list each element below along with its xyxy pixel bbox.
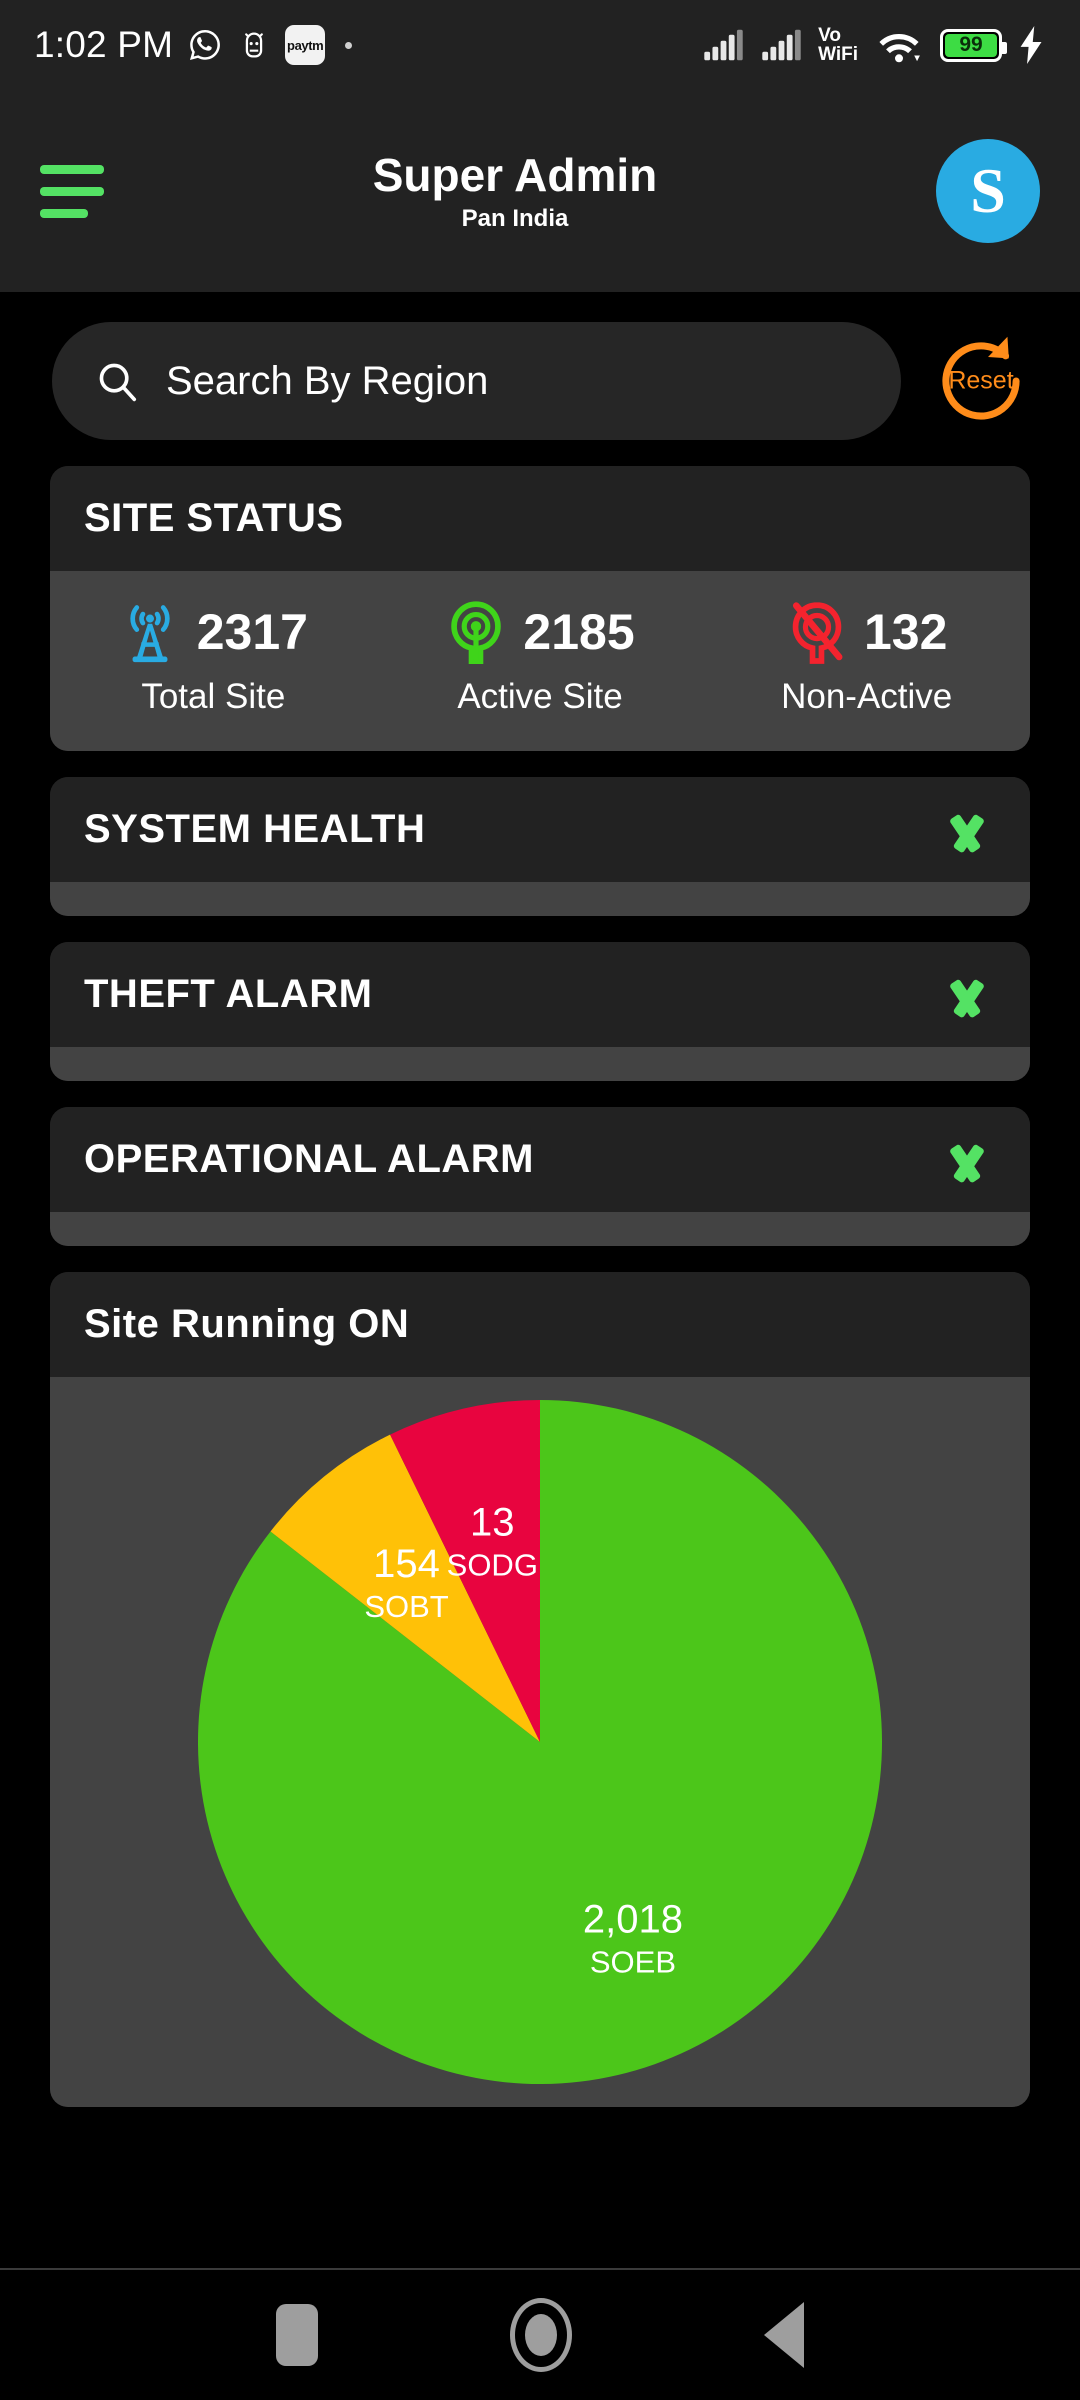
panel-system-health[interactable]: SYSTEM HEALTH	[50, 777, 1030, 916]
site-status-stats: 2317 Total Site 2185 Active Site 132 Non…	[50, 571, 1030, 751]
pie-label-category-soeb: SOEB	[590, 1945, 676, 1980]
panel-operational-alarm-title: OPERATIONAL ALARM	[84, 1137, 534, 1181]
panel-system-health-body	[50, 882, 1030, 916]
page-subtitle: Pan India	[461, 205, 569, 232]
panel-theft-alarm-header[interactable]: THEFT ALARM	[50, 942, 1030, 1047]
page-title: Super Admin	[372, 149, 658, 201]
chevron-down-icon[interactable]	[938, 813, 996, 847]
panel-operational-alarm-body	[50, 1212, 1030, 1246]
panel-system-health-header[interactable]: SYSTEM HEALTH	[50, 777, 1030, 882]
avatar[interactable]: S	[936, 139, 1040, 243]
panel-theft-alarm-title: THEFT ALARM	[84, 972, 373, 1016]
pie-label-value-sobt: 154	[373, 1542, 440, 1586]
pie-label-category-sodg: SODG	[447, 1547, 538, 1582]
battery-percent-label: 99	[959, 33, 983, 56]
reset-label: Reset	[948, 366, 1014, 395]
square-icon[interactable]	[276, 2304, 318, 2366]
panel-theft-alarm-body	[50, 1047, 1030, 1081]
pie-chart[interactable]: 2,018SOEB 154SOBT 13SODG	[50, 1377, 1030, 2107]
search-placeholder: Search By Region	[166, 358, 489, 403]
stat-active-site-top: 2185	[445, 599, 635, 665]
chevron-down-icon[interactable]	[938, 1143, 996, 1177]
stat-total-site-value: 2317	[196, 604, 308, 660]
scroll-content: Search By Region Reset SITE STATUS 2317 …	[0, 292, 1080, 2268]
search-row: Search By Region Reset	[0, 292, 1080, 440]
wifi-icon	[874, 26, 924, 64]
cell-tower-icon	[119, 599, 181, 665]
site-running-on-card: Site Running ON 2,018 SOEB 154 SOBT 13 SODG	[50, 1272, 1030, 2107]
charging-bolt-icon	[1018, 26, 1046, 64]
stat-active-site-value: 2185	[523, 604, 635, 660]
vowifi-icon: Vo WiFi	[818, 26, 858, 64]
paytm-icon: paytm	[285, 25, 326, 65]
stat-active-site-label: Active Site	[457, 677, 623, 716]
android-app-icon	[237, 28, 271, 62]
site-running-on-body: 2,018 SOEB 154 SOBT 13 SODG	[50, 1377, 1030, 2107]
home-inner-dot	[525, 2314, 557, 2356]
panel-theft-alarm[interactable]: THEFT ALARM	[50, 942, 1030, 1081]
phone-screen: 1:02 PM paytm Vo WiFi 99 Super Admin Pan…	[0, 0, 1080, 2400]
hamburger-line-3	[40, 208, 88, 218]
whatsapp-icon	[187, 27, 223, 63]
signal-off-icon	[786, 599, 848, 665]
vowifi-line-1: Vo	[818, 25, 841, 46]
stat-non-active-site-label: Non-Active	[781, 677, 953, 716]
status-bar-clock: 1:02 PM	[34, 24, 174, 65]
search-input[interactable]: Search By Region	[52, 322, 901, 440]
more-dot-icon	[345, 41, 353, 49]
stat-non-active-site[interactable]: 132 Non-Active	[703, 599, 1030, 717]
stat-total-site[interactable]: 2317 Total Site	[50, 599, 377, 717]
status-bar: 1:02 PM paytm Vo WiFi 99	[0, 0, 1080, 90]
stat-non-active-site-top: 132	[786, 599, 947, 665]
panel-system-health-title: SYSTEM HEALTH	[84, 807, 426, 851]
triangle-left-icon[interactable]	[764, 2302, 804, 2368]
site-status-body: 2317 Total Site 2185 Active Site 132 Non…	[50, 571, 1030, 751]
vowifi-line-2: WiFi	[818, 44, 858, 65]
app-header: Super Admin Pan India S	[0, 90, 1080, 292]
stat-total-site-label: Total Site	[141, 677, 286, 716]
status-bar-left: 1:02 PM paytm	[34, 24, 353, 66]
reset-button[interactable]: Reset	[927, 327, 1035, 435]
site-running-on-header: Site Running ON	[50, 1272, 1030, 1377]
site-running-on-title: Site Running ON	[84, 1302, 410, 1346]
pie-label-category-sobt: SOBT	[364, 1589, 448, 1624]
site-status-header: SITE STATUS	[50, 466, 1030, 571]
pie-label-value-soeb: 2,018	[583, 1898, 683, 1942]
android-navigation-bar	[0, 2268, 1080, 2400]
header-titles: Super Admin Pan India	[94, 149, 936, 233]
status-bar-right: Vo WiFi 99	[702, 26, 1046, 64]
battery-icon: 99	[940, 28, 1007, 62]
site-status-title: SITE STATUS	[84, 496, 344, 540]
stat-total-site-top: 2317	[119, 599, 308, 665]
circle-icon[interactable]	[510, 2298, 572, 2372]
signal-sim2-icon	[760, 28, 802, 62]
pie-label-value-sodg: 13	[470, 1500, 515, 1544]
stat-active-site[interactable]: 2185 Active Site	[377, 599, 704, 717]
panel-operational-alarm[interactable]: OPERATIONAL ALARM	[50, 1107, 1030, 1246]
signal-active-icon	[445, 599, 507, 665]
chevron-down-icon[interactable]	[938, 978, 996, 1012]
panel-operational-alarm-header[interactable]: OPERATIONAL ALARM	[50, 1107, 1030, 1212]
signal-sim1-icon	[702, 28, 744, 62]
search-icon	[94, 358, 140, 404]
stat-non-active-site-value: 132	[863, 604, 948, 660]
site-status-card: SITE STATUS 2317 Total Site 2185 Active …	[50, 466, 1030, 751]
